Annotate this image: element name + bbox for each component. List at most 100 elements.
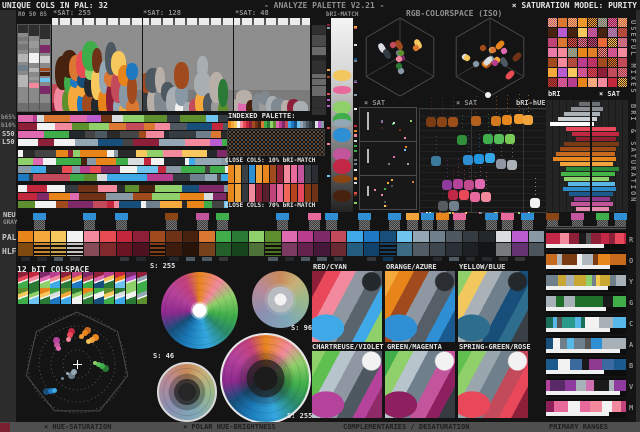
pal-swatch[interactable] (50, 231, 67, 242)
bri-hue-dot (523, 115, 533, 125)
colspace-tile (39, 272, 50, 288)
pal-swatch[interactable] (34, 231, 50, 242)
close-col-swatch (298, 184, 304, 202)
colspace-tile (136, 272, 147, 288)
pal-swatch[interactable] (297, 231, 314, 242)
neutral-checker (166, 220, 177, 230)
scatter-dot (384, 188, 386, 190)
colspace-tile (72, 272, 82, 288)
neutral-cap (485, 213, 498, 220)
band-blob (546, 275, 558, 286)
bri-hue-dot (507, 160, 517, 170)
dot-trail (499, 114, 500, 134)
pal-swatch[interactable] (347, 231, 363, 242)
sat-scatter-box (359, 107, 417, 142)
pal-swatch[interactable] (512, 231, 528, 242)
neutral-cap (388, 213, 401, 220)
pal-swatch[interactable] (314, 231, 330, 242)
band-blob (615, 233, 624, 244)
pal-swatch[interactable] (380, 231, 396, 242)
pal-swatch[interactable] (67, 231, 83, 242)
palette-analyzer-app: UNIQUE COLS IN PAL: 32 - ANALYZE PALETTE… (0, 0, 640, 432)
mix-swatch (588, 68, 597, 77)
bri-bar (563, 187, 590, 191)
pal-swatch[interactable] (429, 231, 446, 242)
strip-segment (185, 139, 210, 146)
strip-segment (70, 115, 87, 122)
bri-hue-dot (475, 179, 485, 189)
pal-swatch[interactable] (116, 231, 133, 242)
colspace-tile (72, 288, 82, 304)
pal-swatch[interactable] (265, 231, 281, 242)
color-strip-row (18, 123, 228, 130)
pal-swatch[interactable] (199, 231, 215, 242)
pal-swatch[interactable] (232, 231, 248, 242)
strip-segment (120, 166, 137, 173)
band-white-row (546, 370, 604, 374)
bri-bar (566, 167, 590, 171)
mix-swatch (608, 68, 617, 77)
pal-swatch[interactable] (363, 231, 380, 242)
wheel-polar-s255-label: S: 255 (287, 412, 313, 420)
primary-band (546, 378, 626, 397)
strip-segment (107, 174, 126, 181)
neutral-checker (407, 220, 418, 230)
mix-swatch (618, 48, 627, 57)
hlf-sub-swatch (531, 257, 541, 261)
pal-swatch[interactable] (248, 231, 265, 242)
pal-swatch[interactable] (413, 231, 429, 242)
bri-hue-dot (485, 153, 495, 163)
band-white-row (546, 349, 620, 353)
strip-segment (95, 131, 107, 138)
close-cols-70-label: CLOSE COLS: 70% bRI-MATCH (225, 202, 316, 209)
strip-segment (18, 174, 29, 181)
pal-swatch[interactable] (495, 231, 512, 242)
strip-segment (144, 123, 155, 130)
mix-swatch (608, 48, 617, 57)
band-strip (546, 359, 626, 370)
band-blob (620, 254, 626, 265)
strip-segment (170, 193, 180, 200)
colspace-tile (104, 272, 115, 288)
pal-swatch[interactable] (133, 231, 149, 242)
mix-swatch (618, 38, 627, 47)
close-col-swatch (242, 165, 248, 183)
pal-swatch[interactable] (330, 231, 347, 242)
pal-swatch[interactable] (462, 231, 479, 242)
strip-segment (85, 131, 95, 138)
pal-swatch[interactable] (479, 231, 495, 242)
band-blob (574, 338, 585, 349)
pal-swatch[interactable] (182, 231, 199, 242)
small-dot (66, 372, 69, 375)
sat-bar (592, 197, 610, 201)
pal-swatch[interactable] (528, 231, 544, 242)
mix-swatch (598, 48, 607, 57)
neutral-cap (614, 213, 627, 220)
colspace-tile (104, 288, 115, 304)
scatter-dot (381, 194, 383, 196)
sat-bar (592, 112, 600, 116)
scatter-dot (393, 156, 395, 158)
pal-swatch[interactable] (18, 231, 34, 242)
pal-swatch[interactable] (396, 231, 413, 242)
strip-segment (123, 115, 144, 122)
neutral-cap (596, 213, 609, 220)
pal-swatch[interactable] (149, 231, 166, 242)
pal-swatch[interactable] (100, 231, 116, 242)
strip-segment (118, 150, 136, 157)
pal-swatch[interactable] (281, 231, 297, 242)
pal-swatch[interactable] (83, 231, 100, 242)
pal-swatch[interactable] (215, 231, 232, 242)
close-cols-10-label: CLOSE COLS: 10% bRI-MATCH (225, 157, 316, 164)
strip-segment (75, 139, 98, 146)
pal-swatch[interactable] (166, 231, 182, 242)
pal-swatch[interactable] (446, 231, 462, 242)
color-strip-row (18, 150, 228, 157)
hlf-swatch (380, 243, 396, 256)
hlf-swatch (512, 243, 528, 256)
sat-scatter-box (359, 141, 417, 176)
sat-bar (592, 132, 619, 136)
scatter-dot (391, 179, 393, 181)
hlf-swatch (265, 243, 281, 256)
strip-segment (80, 150, 107, 157)
